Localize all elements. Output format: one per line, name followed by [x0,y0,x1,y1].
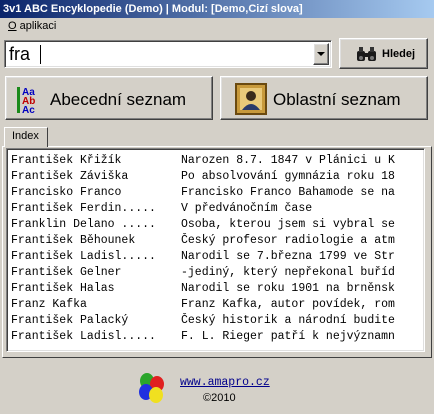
list-item-term: František Ferdin..... [11,202,156,215]
list-item-term: Franz Kafka [11,298,87,311]
tab-index[interactable]: Index [4,127,48,147]
list-item-term: František Záviška [11,170,129,183]
list-item-description: Český historik a národní budite [181,314,395,327]
list-item-description: F. L. Rieger patří k nejvýznamn [181,330,395,343]
list-item-term: František Křižík [11,154,122,167]
search-button-label: Hledej [382,48,416,60]
binoculars-icon [357,47,376,61]
list-item-description: Po absolvování gymnázia roku 18 [181,170,395,183]
search-combobox[interactable]: fra [4,40,332,68]
list-item-term: František Gelner [11,266,122,279]
list-item-term: František Ladisl..... [11,330,156,343]
copyright-text: ©2010 [203,392,236,404]
list-item-term: František Ladisl..... [11,250,156,263]
list-item-description: -jediný, který nepřekonal buříd [181,266,395,279]
list-item-description: Narozen 8.7. 1847 v Plánici u K [181,154,395,167]
list-item-term: František Halas [11,282,115,295]
window-title: 3v1 ABC Encyklopedie (Demo) | Modul: [De… [3,3,303,15]
area-list-button[interactable]: Oblastní seznam [220,76,428,120]
abc-list-label: Abecední seznam [50,90,187,109]
list-item-term: Francisko Franco [11,186,122,199]
text-caret [40,45,41,64]
footer: www.amapro.cz ©2010 [0,360,434,414]
search-button[interactable]: Hledej [339,38,428,69]
menu-bar: O aplikaci [0,18,434,36]
svg-text:Ac: Ac [22,105,35,115]
menu-mnemonic: O [8,20,17,32]
menu-item-label: aplikaci [16,20,57,32]
person-portrait-icon [235,83,267,115]
dropdown-button[interactable] [313,43,329,65]
list-item-description: Narodil se 7.března 1799 ve Str [181,250,395,263]
chevron-down-icon [317,52,325,56]
list-item-term: František Běhounek [11,234,136,247]
list-item-description: Narodil se roku 1901 na brněnsk [181,282,395,295]
search-input[interactable]: fra [9,43,30,65]
menu-item-about[interactable]: O aplikaci [8,20,56,32]
list-item-term: František Palacký [11,314,129,327]
list-item-description: V předvánočním čase [181,202,313,215]
list-item-description: Český profesor radiologie a atm [181,234,395,247]
abc-icon: Aa Ab Ac [17,87,35,115]
balloons-logo [139,373,164,403]
list-item-description: Franz Kafka, autor povídek, rom [181,298,395,311]
area-list-label: Oblastní seznam [273,90,401,109]
list-item-description: Osoba, kterou jsem si vybral se [181,218,395,231]
abc-list-button[interactable]: Aa Ab Ac Abecední seznam [5,76,213,120]
window-title-bar: 3v1 ABC Encyklopedie (Demo) | Modul: [De… [0,0,434,18]
list-item-term: Franklin Delano ..... [11,218,156,231]
tab-index-label: Index [12,130,39,142]
list-item-description: Francisko Franco Bahamode se na [181,186,395,199]
website-link[interactable]: www.amapro.cz [180,376,270,389]
results-list[interactable]: František Křižík Narozen 8.7. 1847 v Plán… [6,148,425,352]
